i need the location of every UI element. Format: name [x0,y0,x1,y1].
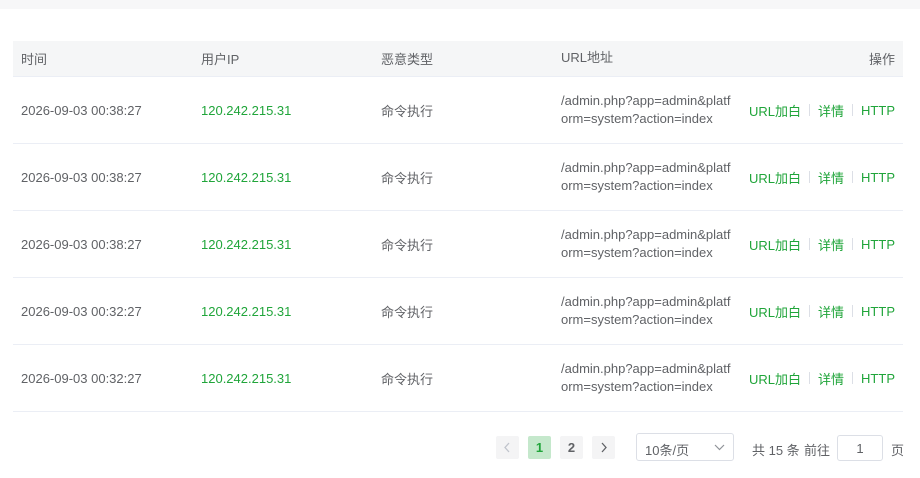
action-divider [809,372,811,384]
action-divider [852,372,854,384]
cell-time: 2026-09-03 00:38:27 [21,169,142,185]
goto-label: 前往 [804,443,831,458]
row-actions: URL加白 详情 HTTP [743,168,903,187]
url-whitelist-button[interactable]: URL加白 [749,235,801,254]
cell-time: 2026-09-03 00:38:27 [21,102,142,118]
row-actions: URL加白 详情 HTTP [743,101,903,120]
header-time: 时间 [21,52,48,67]
action-divider [852,104,854,116]
table-header: 时间 用户IP 恶意类型 URL地址 操作 [13,41,903,77]
cell-time: 2026-09-03 00:38:27 [21,236,142,252]
page-suffix-label: 页 [891,443,905,458]
url-whitelist-button[interactable]: URL加白 [749,101,801,120]
action-divider [852,171,854,183]
details-button[interactable]: 详情 [818,369,844,388]
cell-url: /admin.php?app=admin&platform=system?act… [561,293,731,328]
total-count: 共 15 条 [752,443,800,458]
prev-page-button[interactable] [496,436,519,459]
cell-time: 2026-09-03 00:32:27 [21,370,142,386]
page-size-select[interactable]: 10条/页 [636,433,734,461]
chevron-down-icon [714,444,725,451]
row-actions: URL加白 详情 HTTP [743,302,903,321]
http-button[interactable]: HTTP [861,371,895,386]
details-button[interactable]: 详情 [818,302,844,321]
cell-url: /admin.php?app=admin&platform=system?act… [561,159,731,194]
row-actions: URL加白 详情 HTTP [743,235,903,254]
action-divider [852,238,854,250]
header-url: URL地址 [561,50,614,66]
page-1-button[interactable]: 1 [528,436,551,459]
next-page-button[interactable] [592,436,615,459]
top-strip [0,0,920,9]
cell-type: 命令执行 [381,237,434,253]
url-whitelist-button[interactable]: URL加白 [749,168,801,187]
http-button[interactable]: HTTP [861,304,895,319]
http-button[interactable]: HTTP [861,103,895,118]
table-row: 2026-09-03 00:32:27 120.242.215.31 命令执行 … [13,345,903,412]
url-whitelist-button[interactable]: URL加白 [749,302,801,321]
cell-type: 命令执行 [381,170,434,186]
url-whitelist-button[interactable]: URL加白 [749,369,801,388]
cell-ip-link[interactable]: 120.242.215.31 [193,371,373,386]
table-row: 2026-09-03 00:38:27 120.242.215.31 命令执行 … [13,144,903,211]
chevron-right-icon [601,442,607,453]
action-divider [809,171,811,183]
pagination: 1 2 10条/页 共 15 条 前往 页 [0,433,920,463]
table-row: 2026-09-03 00:38:27 120.242.215.31 命令执行 … [13,211,903,278]
cell-ip-link[interactable]: 120.242.215.31 [193,103,373,118]
details-button[interactable]: 详情 [818,235,844,254]
header-actions: 操作 [743,49,903,68]
cell-type: 命令执行 [381,103,434,119]
cell-type: 命令执行 [381,371,434,387]
cell-type: 命令执行 [381,304,434,320]
goto-page-input[interactable] [837,435,883,461]
details-button[interactable]: 详情 [818,101,844,120]
action-divider [809,238,811,250]
cell-url: /admin.php?app=admin&platform=system?act… [561,92,731,127]
http-button[interactable]: HTTP [861,170,895,185]
http-button[interactable]: HTTP [861,237,895,252]
table-row: 2026-09-03 00:38:27 120.242.215.31 命令执行 … [13,77,903,144]
header-malicious-type: 恶意类型 [381,52,434,67]
cell-url: /admin.php?app=admin&platform=system?act… [561,226,731,261]
page-size-value: 10条/页 [645,443,690,458]
page-2-button[interactable]: 2 [560,436,583,459]
chevron-left-icon [504,442,510,453]
action-divider [809,305,811,317]
cell-url: /admin.php?app=admin&platform=system?act… [561,360,731,395]
details-button[interactable]: 详情 [818,168,844,187]
security-log-table: 时间 用户IP 恶意类型 URL地址 操作 2026-09-03 00:38:2… [13,41,903,412]
action-divider [852,305,854,317]
row-actions: URL加白 详情 HTTP [743,369,903,388]
header-user-ip: 用户IP [201,52,240,67]
cell-ip-link[interactable]: 120.242.215.31 [193,170,373,185]
cell-time: 2026-09-03 00:32:27 [21,303,142,319]
cell-ip-link[interactable]: 120.242.215.31 [193,304,373,319]
table-row: 2026-09-03 00:32:27 120.242.215.31 命令执行 … [13,278,903,345]
cell-ip-link[interactable]: 120.242.215.31 [193,237,373,252]
header-actions-label: 操作 [868,52,895,67]
action-divider [809,104,811,116]
